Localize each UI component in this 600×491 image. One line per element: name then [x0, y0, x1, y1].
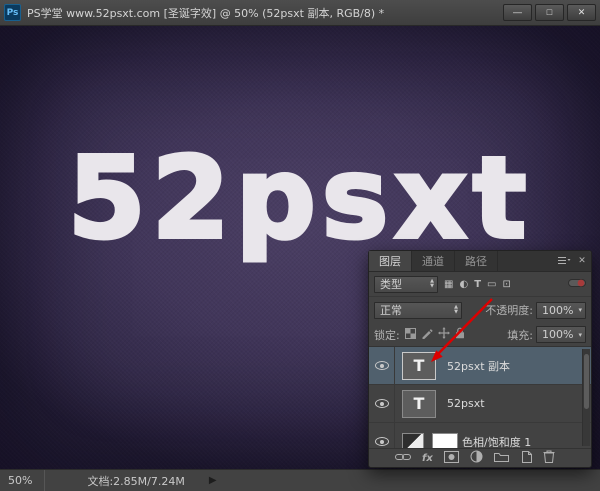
filter-toggle-icon[interactable]: [568, 278, 586, 291]
lock-all-icon[interactable]: [455, 327, 465, 342]
tab-layers[interactable]: 图层: [369, 251, 412, 271]
adjustment-layer-thumbnail[interactable]: [402, 433, 424, 450]
document-size-info: 文档:2.85M/7.24M: [87, 473, 184, 489]
zoom-level[interactable]: 50%: [0, 474, 44, 487]
tab-channels[interactable]: 通道: [412, 251, 455, 271]
window-title: PS学堂 www.52psxt.com [圣诞字效] @ 50% (52psxt…: [27, 5, 497, 21]
visibility-toggle[interactable]: [369, 347, 395, 384]
eye-icon: [375, 361, 389, 370]
layers-panel: 图层 通道 路径 ✕ 类型 ▲▼ ▦ ◐ T ▭ ⊡: [368, 250, 592, 468]
lock-icons: [405, 327, 465, 342]
blend-mode-value: 正常: [380, 302, 402, 318]
tab-spacer: [498, 251, 555, 271]
adjustment-filter-icon[interactable]: ◐: [459, 279, 468, 290]
lock-row: 锁定: 填充: 100% ▾: [369, 323, 591, 347]
fill-value: 100%: [542, 328, 573, 341]
layer-name[interactable]: 色相/饱和度 1: [462, 434, 531, 450]
blend-mode-row: 正常 ▲▼ 不透明度: 100% ▾: [369, 297, 591, 323]
eye-icon: [375, 399, 389, 408]
kind-filter-dropdown[interactable]: 类型 ▲▼: [374, 276, 438, 293]
kind-filter-value: 类型: [380, 276, 402, 292]
minimize-button[interactable]: —: [503, 4, 532, 21]
maximize-button[interactable]: □: [535, 4, 564, 21]
fill-dropdown[interactable]: 100% ▾: [536, 326, 586, 343]
photoshop-window: Ps PS学堂 www.52psxt.com [圣诞字效] @ 50% (52p…: [0, 0, 600, 491]
layer-row-52psxt[interactable]: T 52psxt: [369, 385, 591, 423]
status-bar: 50% 文档:2.85M/7.24M ▶: [0, 469, 600, 491]
status-flyout-icon[interactable]: ▶: [209, 475, 217, 486]
opacity-value: 100%: [542, 304, 573, 317]
close-button[interactable]: ✕: [567, 4, 596, 21]
layer-list: T 52psxt 副本 T 52psxt 色相/饱和度 1: [369, 347, 591, 449]
delete-layer-icon[interactable]: [543, 450, 555, 466]
new-group-icon[interactable]: [494, 451, 509, 465]
lock-position-icon[interactable]: [438, 327, 450, 342]
lock-transparent-pixels-icon[interactable]: [405, 328, 416, 342]
filter-type-icons: ▦ ◐ T ▭ ⊡: [444, 279, 511, 290]
fill-label: 填充:: [507, 327, 533, 343]
visibility-toggle[interactable]: [369, 385, 395, 422]
combo-arrows-icon: ▲▼: [454, 305, 458, 315]
titlebar: Ps PS学堂 www.52psxt.com [圣诞字效] @ 50% (52p…: [0, 0, 600, 26]
add-layer-mask-icon[interactable]: [444, 451, 459, 466]
status-divider: [44, 470, 45, 491]
photoshop-logo-icon: Ps: [4, 4, 21, 21]
opacity-label: 不透明度:: [485, 302, 533, 318]
tab-paths[interactable]: 路径: [455, 251, 498, 271]
smart-object-filter-icon[interactable]: ⊡: [502, 279, 510, 290]
layers-panel-footer: fx: [369, 449, 591, 467]
new-layer-icon[interactable]: [520, 451, 532, 466]
opacity-dropdown[interactable]: 100% ▾: [536, 302, 586, 319]
new-adjustment-layer-icon[interactable]: [470, 450, 483, 466]
layer-thumbnail[interactable]: T: [402, 352, 436, 380]
chevron-down-icon: ▾: [578, 331, 582, 339]
layer-row-hue-saturation[interactable]: 色相/饱和度 1: [369, 423, 591, 449]
layer-filter-row: 类型 ▲▼ ▦ ◐ T ▭ ⊡: [369, 272, 591, 297]
layer-name[interactable]: 52psxt: [447, 397, 485, 410]
layer-row-52psxt-copy[interactable]: T 52psxt 副本: [369, 347, 591, 385]
panel-tab-bar: 图层 通道 路径 ✕: [369, 251, 591, 272]
layer-mask-thumbnail[interactable]: [432, 433, 458, 450]
combo-arrows-icon: ▲▼: [430, 279, 434, 289]
shape-filter-icon[interactable]: ▭: [487, 279, 496, 290]
layer-thumbnail[interactable]: T: [402, 390, 436, 418]
link-layers-icon[interactable]: [395, 452, 411, 465]
panel-menu-icon[interactable]: [555, 251, 573, 271]
window-controls: — □ ✕: [503, 4, 596, 21]
artwork-text: 52psxt: [68, 134, 532, 264]
lock-image-pixels-icon[interactable]: [421, 327, 433, 342]
pixel-filter-icon[interactable]: ▦: [444, 279, 453, 290]
blend-mode-dropdown[interactable]: 正常 ▲▼: [374, 302, 462, 319]
layer-name[interactable]: 52psxt 副本: [447, 358, 510, 374]
visibility-toggle[interactable]: [369, 423, 395, 449]
scrollbar-thumb[interactable]: [584, 354, 589, 409]
lock-label: 锁定:: [374, 327, 400, 343]
chevron-down-icon: ▾: [578, 306, 582, 314]
layer-list-scrollbar[interactable]: [582, 349, 590, 446]
type-filter-icon[interactable]: T: [474, 279, 481, 290]
layer-style-fx-icon[interactable]: fx: [422, 453, 433, 464]
panel-close-icon[interactable]: ✕: [573, 251, 591, 271]
eye-icon: [375, 437, 389, 446]
